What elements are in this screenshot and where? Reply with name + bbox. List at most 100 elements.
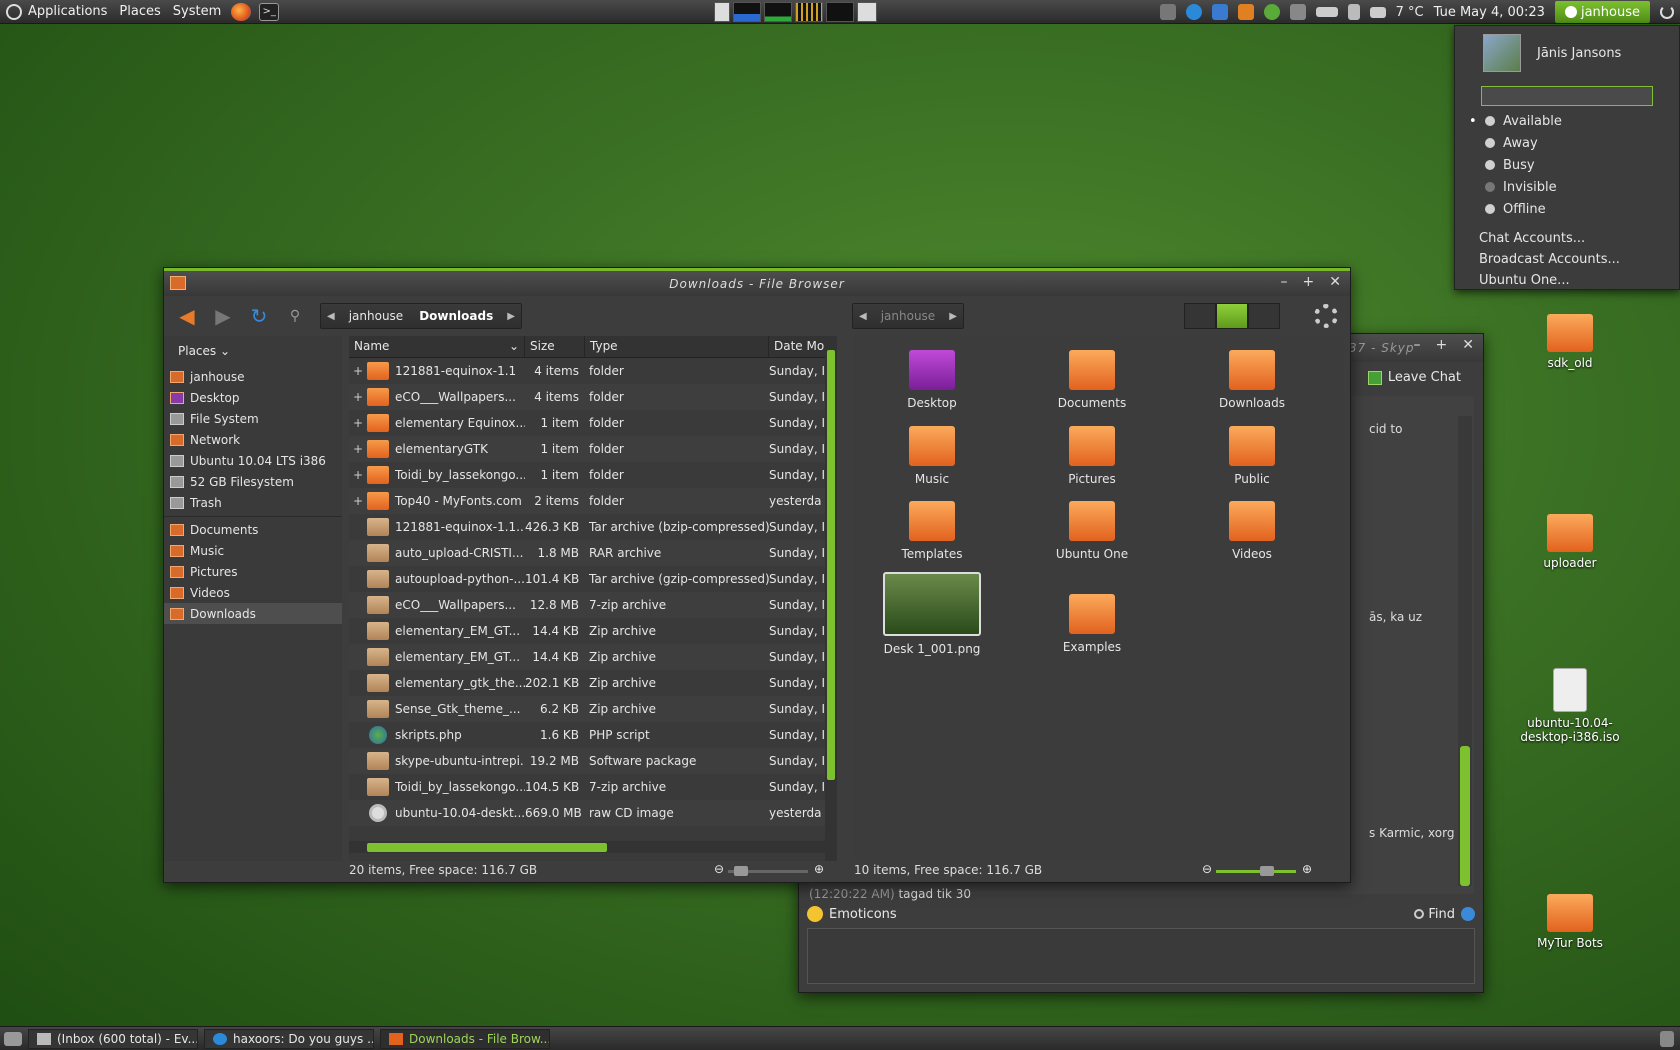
avatar[interactable] [1483,34,1521,72]
zoom-slider-left[interactable]: ⊖ ⊕ [714,862,824,877]
status-away[interactable]: Away [1455,132,1679,154]
table-row[interactable]: Toidi_by_lassekongo... 104.5 KB 7-zip arch… [349,774,837,800]
table-row[interactable]: auto_upload-CRISTI... 1.8 MB RAR archive Su… [349,540,837,566]
sidebar-item-downloads[interactable]: Downloads [164,603,342,624]
icon-item-documents[interactable]: Documents [1032,350,1152,410]
icon-item-ubuntu-one[interactable]: Ubuntu One [1032,501,1152,561]
minimize-icon[interactable]: – [1414,337,1422,353]
minimize-icon[interactable]: – [1281,274,1289,290]
chat-accounts-item[interactable]: Chat Accounts... [1455,228,1679,249]
mic-icon[interactable] [1159,4,1176,20]
emoticons-button[interactable]: Emoticons [829,907,897,922]
compact-view-button[interactable] [1248,303,1280,329]
reload-icon[interactable]: ↻ [246,303,272,329]
sidebar-item-pictures[interactable]: Pictures [164,561,342,582]
table-row[interactable]: +121881-equinox-1.1 4 items folder Sunday, … [349,358,837,384]
table-row[interactable]: autoupload-python-... 101.4 KB Tar archive… [349,566,837,592]
ubuntu-one-item[interactable]: Ubuntu One... [1455,270,1679,291]
broadcast-accounts-item[interactable]: Broadcast Accounts... [1455,249,1679,270]
file-browser-app-icon[interactable] [170,276,186,290]
breadcrumb-home[interactable]: janhouse [341,309,411,323]
weather-temperature[interactable]: 7 °C [1396,5,1424,20]
volume-icon[interactable] [1347,4,1360,20]
places-menu[interactable]: Places [113,0,166,24]
status-busy[interactable]: Busy [1455,154,1679,176]
send-icon[interactable] [1461,907,1475,921]
find-button[interactable]: Find [1414,907,1455,922]
breadcrumb-back-icon[interactable]: ◀ [853,311,873,322]
sidebar-item-home[interactable]: janhouse [164,366,342,387]
show-desktop-icon[interactable] [857,2,877,22]
firefox-launcher-icon[interactable] [231,2,252,21]
slider-knob[interactable] [1260,866,1274,876]
table-row[interactable]: + Top40 - MyFonts.com 2 items folder yesterd… [349,488,837,514]
chat-scrollbar[interactable] [1458,416,1472,886]
table-row[interactable]: Sense_Gtk_theme_... 6.2 KB Zip archive Sund… [349,696,837,722]
scrollbar-thumb[interactable] [1460,746,1470,886]
expand-icon[interactable]: + [349,468,367,482]
zoom-slider-right[interactable]: ⊖ ⊕ [1202,862,1312,877]
system-menu[interactable]: System [167,0,227,24]
icon-item-videos[interactable]: Videos [1192,501,1312,561]
icon-item-desktop[interactable]: Desktop [872,350,992,410]
file-browser-titlebar[interactable]: Downloads - File Browser – + ✕ [164,268,1350,296]
zoom-in-icon[interactable]: ⊕ [814,862,824,876]
table-row[interactable]: skripts.php 1.6 KB PHP script Sunday, I [349,722,837,748]
list-vertical-scrollbar[interactable] [825,336,837,861]
table-row[interactable]: ubuntu-10.04-deskt... 669.0 MB raw CD imag… [349,800,837,826]
scrollbar-thumb[interactable] [367,843,607,852]
table-row[interactable]: + elementaryGTK 1 item folder Sunday, I [349,436,837,462]
table-row[interactable]: skype-ubuntu-intrepi... 19.2 MB Software p… [349,748,837,774]
breadcrumb-back-icon[interactable]: ◀ [321,311,341,322]
back-arrow-icon[interactable]: ◀ [174,303,200,329]
sidebar-item-ubuntu-cd[interactable]: Ubuntu 10.04 LTS i386 [164,450,342,471]
places-dropdown[interactable]: Places ⌄ [164,336,342,366]
search-icon[interactable]: ⚲ [282,303,308,329]
list-horizontal-scrollbar[interactable] [349,841,837,853]
status-invisible[interactable]: Invisible [1455,176,1679,198]
table-row[interactable]: + Toidi_by_lassekongo... 1 item folder Sunda… [349,462,837,488]
expand-icon[interactable]: + [349,416,367,430]
table-row[interactable]: + eCO___Wallpapers... 4 items folder Sunday,… [349,384,837,410]
table-row[interactable]: eCO___Wallpapers... 12.8 MB 7-zip archive S… [349,592,837,618]
applications-menu[interactable]: Applications [0,0,113,24]
status-available[interactable]: Available [1455,110,1679,132]
table-row[interactable]: + elementary Equinox... 1 item folder Sunday… [349,410,837,436]
scrollbar-thumb[interactable] [827,350,835,780]
system-monitor[interactable] [714,2,877,22]
taskbar-item-skype[interactable]: haxoors: Do you guys ... [204,1028,374,1049]
gear-icon[interactable] [1314,304,1338,328]
pointer-tray-icon[interactable] [1211,4,1228,20]
column-header-type[interactable]: Type [585,336,769,357]
icon-item-examples[interactable]: Examples [1032,594,1152,654]
desktop-folder-uploader[interactable]: uploader [1505,514,1635,570]
expand-icon[interactable]: + [349,364,367,378]
leave-chat-button[interactable]: Leave Chat [1367,370,1461,385]
smiley-icon[interactable] [807,906,823,922]
breadcrumb-forward-icon[interactable]: ▶ [943,311,963,322]
sidebar-item-desktop[interactable]: Desktop [164,387,342,408]
breadcrumb-downloads[interactable]: Downloads [411,309,501,323]
zoom-in-icon[interactable]: ⊕ [1302,862,1312,876]
list-view-button[interactable] [1216,303,1248,329]
power-icon[interactable] [1660,5,1674,19]
desktop-file-iso[interactable]: ubuntu-10.04-desktop-i386.iso [1505,668,1635,744]
status-offline[interactable]: Offline [1455,198,1679,220]
expand-icon[interactable]: + [349,494,367,508]
user-menu-button[interactable]: janhouse [1554,1,1650,23]
close-icon[interactable]: ✕ [1329,274,1342,290]
maximize-icon[interactable]: + [1436,337,1449,353]
show-desktop-icon[interactable] [4,1031,22,1046]
clock[interactable]: Tue May 4, 00:23 [1434,5,1545,20]
workspace-switcher-icon[interactable] [714,2,730,22]
skype-tray-icon[interactable] [1185,4,1202,20]
table-row[interactable]: 121881-equinox-1.1.... 426.3 KB Tar archiv… [349,514,837,540]
icon-item-desk-png[interactable]: Desk 1_001.png [872,572,992,656]
mail-icon[interactable] [1369,6,1386,18]
network-updown-icon[interactable] [1289,4,1306,20]
trash-icon[interactable] [1660,1030,1674,1047]
status-menu-user[interactable]: Jānis Jansons [1455,26,1679,78]
close-icon[interactable]: ✕ [1462,337,1475,353]
chat-message-input[interactable] [807,928,1475,984]
zoom-out-icon[interactable]: ⊖ [714,862,724,876]
